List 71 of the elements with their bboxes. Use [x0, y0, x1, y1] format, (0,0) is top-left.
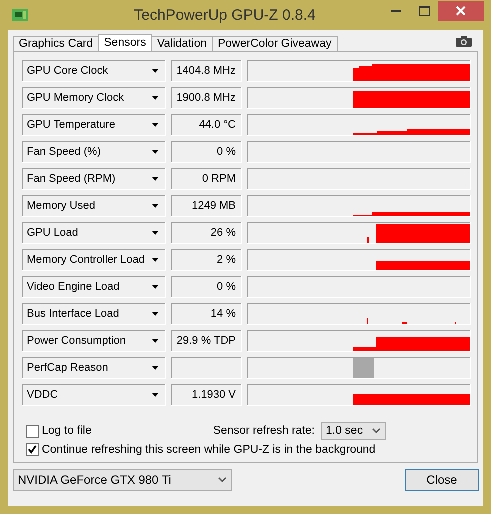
caret-icon	[218, 477, 227, 483]
sensor-name: GPU Memory Clock	[27, 92, 124, 104]
sensor-dropdown[interactable]: GPU Memory Clock	[22, 87, 166, 109]
checkmark-icon	[28, 445, 37, 454]
sensor-value: 29.9 % TDP	[171, 330, 242, 352]
checkbox-label: Log to file	[42, 425, 92, 437]
sensor-value: 0 %	[171, 276, 242, 298]
sensor-dropdown[interactable]: Fan Speed (RPM)	[22, 168, 166, 190]
dropdown-arrow-icon	[152, 312, 159, 316]
dropdown-arrow-icon	[152, 258, 159, 262]
camera-icon	[456, 36, 472, 47]
sensor-name: VDDC	[27, 389, 58, 401]
tab[interactable]: PowerColor Giveaway	[212, 36, 338, 51]
tab[interactable]: Graphics Card	[13, 36, 100, 51]
sensor-dropdown[interactable]: Memory Controller Load	[22, 249, 166, 271]
sensor-name: Memory Controller Load	[27, 254, 145, 266]
sensor-dropdown[interactable]: Fan Speed (%)	[22, 141, 166, 163]
close-icon	[456, 6, 466, 16]
sensor-name: Memory Used	[27, 200, 96, 212]
sensor-name: GPU Core Clock	[27, 65, 108, 77]
sensor-value	[171, 357, 242, 379]
dropdown-arrow-icon	[152, 177, 159, 181]
sensor-value: 0 %	[171, 141, 242, 163]
sensor-name: Fan Speed (%)	[27, 146, 101, 158]
sensor-dropdown[interactable]: VDDC	[22, 384, 166, 406]
refresh-rate-label: Sensor refresh rate:	[213, 425, 315, 437]
dropdown-arrow-icon	[152, 366, 159, 370]
sensor-dropdown[interactable]: PerfCap Reason	[22, 357, 166, 379]
sensor-name: Bus Interface Load	[27, 308, 120, 320]
sensor-value: 1900.8 MHz	[171, 87, 242, 109]
sensor-value: 1249 MB	[171, 195, 242, 217]
close-button[interactable]	[438, 1, 484, 21]
sensor-name: Power Consumption	[27, 335, 126, 347]
dropdown-arrow-icon	[152, 123, 159, 127]
dropdown-arrow-icon	[152, 96, 159, 100]
caret-icon	[372, 428, 381, 434]
dropdown-arrow-icon	[152, 69, 159, 73]
sensor-name: Fan Speed (RPM)	[27, 173, 116, 185]
sensor-dropdown[interactable]: Power Consumption	[22, 330, 166, 352]
sensor-name: PerfCap Reason	[27, 362, 108, 374]
checkbox[interactable]: Log to file	[26, 424, 92, 438]
dropdown-arrow-icon	[152, 339, 159, 343]
sensor-dropdown[interactable]: Bus Interface Load	[22, 303, 166, 325]
window-title: TechPowerUp GPU-Z 0.8.4	[133, 6, 317, 24]
sensor-dropdown[interactable]: Memory Used	[22, 195, 166, 217]
sensor-value: 44.0 °C	[171, 114, 242, 136]
sensor-value: 0 RPM	[171, 168, 242, 190]
dropdown-arrow-icon	[152, 393, 159, 397]
gpu-dropdown[interactable]: NVIDIA GeForce GTX 980 Ti	[13, 469, 232, 491]
sensor-dropdown[interactable]: GPU Temperature	[22, 114, 166, 136]
sensor-name: Video Engine Load	[27, 281, 120, 293]
sensor-value: 26 %	[171, 222, 242, 244]
sensor-value: 2 %	[171, 249, 242, 271]
maximize-icon	[418, 6, 430, 16]
dropdown-arrow-icon	[152, 150, 159, 154]
sensor-value: 1.1930 V	[171, 384, 242, 406]
sensor-name: GPU Temperature	[27, 119, 116, 131]
tab[interactable]: Sensors	[98, 34, 152, 51]
sensor-name: GPU Load	[27, 227, 78, 239]
app-icon	[12, 8, 28, 22]
minimize-icon	[391, 10, 401, 12]
close-button[interactable]: Close	[405, 469, 479, 491]
sensor-dropdown[interactable]: GPU Load	[22, 222, 166, 244]
sensor-dropdown[interactable]: GPU Core Clock	[22, 60, 166, 82]
dropdown-arrow-icon	[152, 231, 159, 235]
refresh-rate-dropdown[interactable]: 1.0 sec	[321, 422, 386, 440]
dropdown-arrow-icon	[152, 204, 159, 208]
dropdown-arrow-icon	[152, 285, 159, 289]
sensor-value: 14 %	[171, 303, 242, 325]
sensor-dropdown[interactable]: Video Engine Load	[22, 276, 166, 298]
sensor-value: 1404.8 MHz	[171, 60, 242, 82]
